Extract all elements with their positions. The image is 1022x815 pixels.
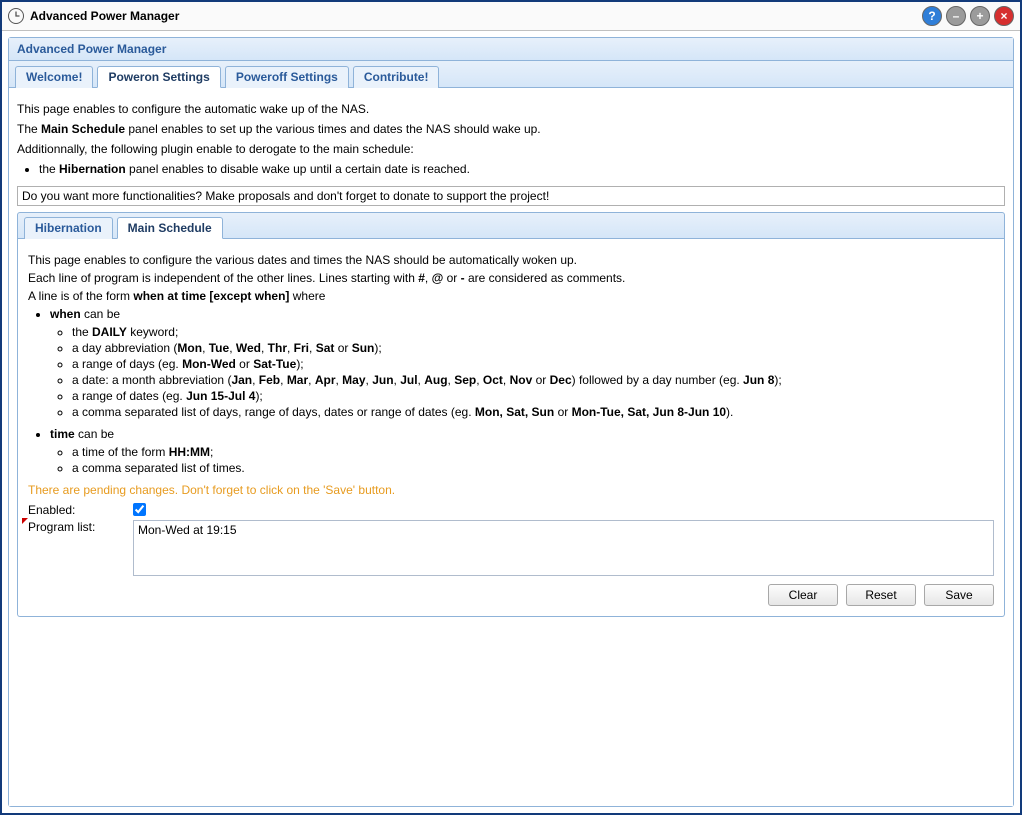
- window-title: Advanced Power Manager: [30, 9, 179, 23]
- intro-block: This page enables to configure the autom…: [17, 102, 1005, 176]
- help-button[interactable]: ?: [922, 6, 942, 26]
- intro-plugin-item: the Hibernation panel enables to disable…: [39, 162, 1005, 176]
- dirty-marker-icon: [22, 518, 28, 524]
- intro-line-2: The Main Schedule panel enables to set u…: [17, 122, 1005, 136]
- enabled-label: Enabled:: [28, 503, 133, 517]
- tab-contribute[interactable]: Contribute!: [353, 66, 440, 88]
- intro-line-3: Additionnally, the following plugin enab…: [17, 142, 1005, 156]
- intro-line-1: This page enables to configure the autom…: [17, 102, 1005, 116]
- help-line-overview: This page enables to configure the vario…: [28, 253, 994, 267]
- help-line-comments: Each line of program is independent of t…: [28, 271, 994, 285]
- window-titlebar: Advanced Power Manager ? – + ×: [2, 2, 1020, 31]
- help-when: when can be the DAILY keyword; a day abb…: [50, 307, 994, 419]
- help-time: time can be a time of the form HH:MM; a …: [50, 427, 994, 475]
- pending-changes-warning: There are pending changes. Don't forget …: [28, 483, 994, 497]
- maximize-button[interactable]: +: [970, 6, 990, 26]
- app-icon: [8, 8, 24, 24]
- program-list-input[interactable]: [133, 520, 994, 576]
- subtab-hibernation[interactable]: Hibernation: [24, 217, 113, 239]
- tab-poweron-settings[interactable]: Poweron Settings: [97, 66, 220, 88]
- reset-button[interactable]: Reset: [846, 584, 916, 606]
- program-list-label: Program list:: [28, 520, 95, 534]
- tab-poweroff-settings[interactable]: Poweroff Settings: [225, 66, 349, 88]
- main-schedule-panel: This page enables to configure the vario…: [17, 239, 1005, 617]
- help-line-form: A line is of the form when at time [exce…: [28, 289, 994, 303]
- save-button[interactable]: Save: [924, 584, 994, 606]
- subtab-main-schedule[interactable]: Main Schedule: [117, 217, 223, 239]
- functionalities-box: Do you want more functionalities? Make p…: [17, 186, 1005, 206]
- minimize-button[interactable]: –: [946, 6, 966, 26]
- enabled-checkbox[interactable]: [133, 503, 146, 516]
- tab-welcome[interactable]: Welcome!: [15, 66, 93, 88]
- close-button[interactable]: ×: [994, 6, 1014, 26]
- clear-button[interactable]: Clear: [768, 584, 838, 606]
- panel-title: Advanced Power Manager: [9, 38, 1013, 61]
